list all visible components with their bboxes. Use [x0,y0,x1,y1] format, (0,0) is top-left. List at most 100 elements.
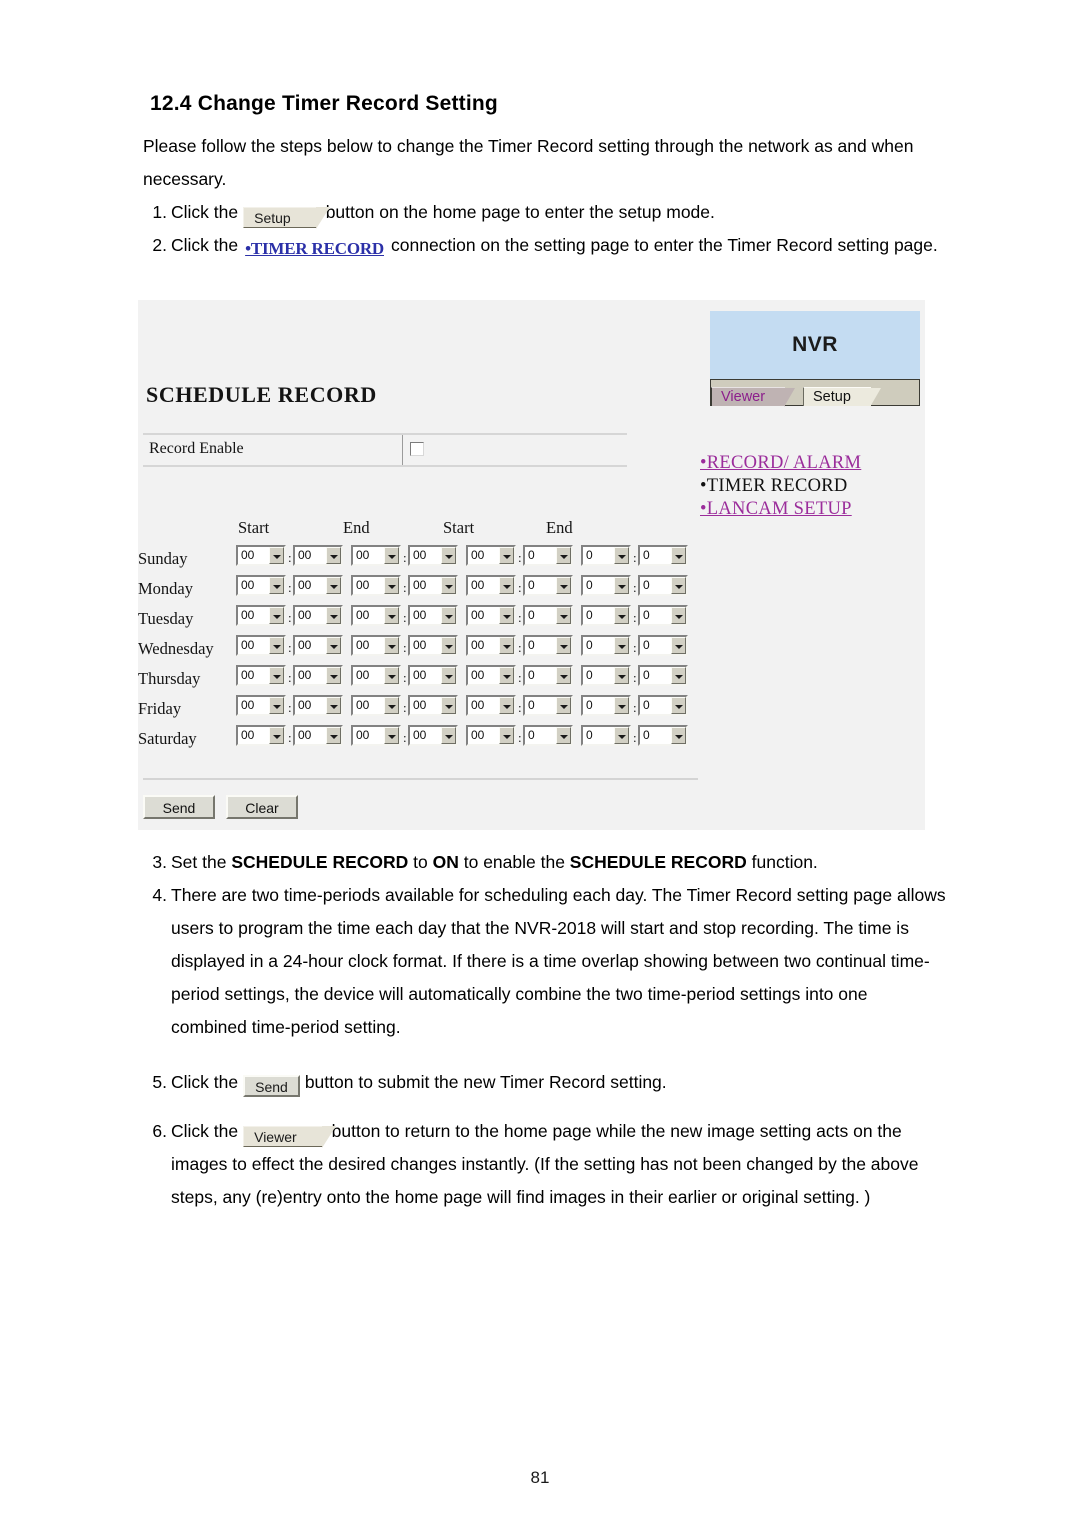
monday-start2-minute[interactable]: 0 [523,575,573,596]
sunday-start2-hour[interactable]: 00 [466,545,516,566]
wednesday-end2-minute[interactable]: 0 [638,635,688,656]
chevron-down-icon[interactable] [326,547,341,564]
saturday-start2-hour[interactable]: 00 [466,725,516,746]
chevron-down-icon[interactable] [269,667,284,684]
chevron-down-icon[interactable] [441,577,456,594]
chevron-down-icon[interactable] [499,697,514,714]
chevron-down-icon[interactable] [326,637,341,654]
chevron-down-icon[interactable] [671,607,686,624]
thursday-start2-hour[interactable]: 00 [466,665,516,686]
chevron-down-icon[interactable] [671,727,686,744]
tuesday-start2-minute[interactable]: 0 [523,605,573,626]
chevron-down-icon[interactable] [384,667,399,684]
chevron-down-icon[interactable] [384,697,399,714]
chevron-down-icon[interactable] [614,697,629,714]
tuesday-end1-minute[interactable]: 00 [408,605,458,626]
monday-end2-hour[interactable]: 0 [581,575,631,596]
chevron-down-icon[interactable] [441,667,456,684]
tab-setup[interactable]: Setup [803,387,881,407]
saturday-end2-hour[interactable]: 0 [581,725,631,746]
monday-start1-hour[interactable]: 00 [236,575,286,596]
chevron-down-icon[interactable] [499,667,514,684]
chevron-down-icon[interactable] [269,727,284,744]
friday-end2-hour[interactable]: 0 [581,695,631,716]
thursday-start1-minute[interactable]: 00 [293,665,343,686]
tuesday-end1-hour[interactable]: 00 [351,605,401,626]
saturday-start1-hour[interactable]: 00 [236,725,286,746]
wednesday-start2-minute[interactable]: 0 [523,635,573,656]
send-button-inline[interactable]: Send [243,1075,300,1097]
chevron-down-icon[interactable] [499,547,514,564]
chevron-down-icon[interactable] [671,667,686,684]
thursday-start2-minute[interactable]: 0 [523,665,573,686]
chevron-down-icon[interactable] [269,547,284,564]
chevron-down-icon[interactable] [614,607,629,624]
chevron-down-icon[interactable] [441,637,456,654]
chevron-down-icon[interactable] [384,637,399,654]
chevron-down-icon[interactable] [499,577,514,594]
chevron-down-icon[interactable] [556,667,571,684]
chevron-down-icon[interactable] [441,547,456,564]
clear-button[interactable]: Clear [226,795,298,819]
chevron-down-icon[interactable] [556,727,571,744]
monday-end1-minute[interactable]: 00 [408,575,458,596]
chevron-down-icon[interactable] [614,637,629,654]
friday-start2-hour[interactable]: 00 [466,695,516,716]
chevron-down-icon[interactable] [499,637,514,654]
tuesday-end2-minute[interactable]: 0 [638,605,688,626]
nav-link-timer-record[interactable]: •TIMER RECORD [700,475,861,498]
sunday-start1-minute[interactable]: 00 [293,545,343,566]
thursday-end1-minute[interactable]: 00 [408,665,458,686]
saturday-end1-hour[interactable]: 00 [351,725,401,746]
chevron-down-icon[interactable] [556,547,571,564]
chevron-down-icon[interactable] [499,607,514,624]
chevron-down-icon[interactable] [556,637,571,654]
chevron-down-icon[interactable] [441,607,456,624]
monday-end2-minute[interactable]: 0 [638,575,688,596]
send-button[interactable]: Send [143,795,215,819]
wednesday-end2-hour[interactable]: 0 [581,635,631,656]
thursday-end2-hour[interactable]: 0 [581,665,631,686]
chevron-down-icon[interactable] [326,727,341,744]
thursday-start1-hour[interactable]: 00 [236,665,286,686]
nav-link-lancam-setup[interactable]: •LANCAM SETUP [700,498,861,521]
friday-start2-minute[interactable]: 0 [523,695,573,716]
wednesday-end1-hour[interactable]: 00 [351,635,401,656]
chevron-down-icon[interactable] [326,577,341,594]
tuesday-start2-hour[interactable]: 00 [466,605,516,626]
chevron-down-icon[interactable] [326,607,341,624]
timer-record-link[interactable]: •TIMER RECORD [243,232,386,265]
chevron-down-icon[interactable] [556,577,571,594]
saturday-start1-minute[interactable]: 00 [293,725,343,746]
chevron-down-icon[interactable] [671,577,686,594]
chevron-down-icon[interactable] [269,607,284,624]
sunday-end2-hour[interactable]: 0 [581,545,631,566]
saturday-end2-minute[interactable]: 0 [638,725,688,746]
tuesday-end2-hour[interactable]: 0 [581,605,631,626]
friday-start1-hour[interactable]: 00 [236,695,286,716]
sunday-end2-minute[interactable]: 0 [638,545,688,566]
sunday-start1-hour[interactable]: 00 [236,545,286,566]
friday-start1-minute[interactable]: 00 [293,695,343,716]
friday-end1-hour[interactable]: 00 [351,695,401,716]
saturday-end1-minute[interactable]: 00 [408,725,458,746]
chevron-down-icon[interactable] [441,697,456,714]
wednesday-start1-minute[interactable]: 00 [293,635,343,656]
wednesday-start2-hour[interactable]: 00 [466,635,516,656]
chevron-down-icon[interactable] [499,727,514,744]
chevron-down-icon[interactable] [384,547,399,564]
sunday-end1-hour[interactable]: 00 [351,545,401,566]
chevron-down-icon[interactable] [441,727,456,744]
saturday-start2-minute[interactable]: 0 [523,725,573,746]
chevron-down-icon[interactable] [384,607,399,624]
viewer-button-inline[interactable]: Viewer [243,1126,336,1148]
chevron-down-icon[interactable] [614,667,629,684]
record-enable-checkbox[interactable] [410,442,424,456]
thursday-end1-hour[interactable]: 00 [351,665,401,686]
chevron-down-icon[interactable] [614,547,629,564]
chevron-down-icon[interactable] [614,727,629,744]
chevron-down-icon[interactable] [384,727,399,744]
chevron-down-icon[interactable] [326,667,341,684]
tuesday-start1-minute[interactable]: 00 [293,605,343,626]
wednesday-end1-minute[interactable]: 00 [408,635,458,656]
